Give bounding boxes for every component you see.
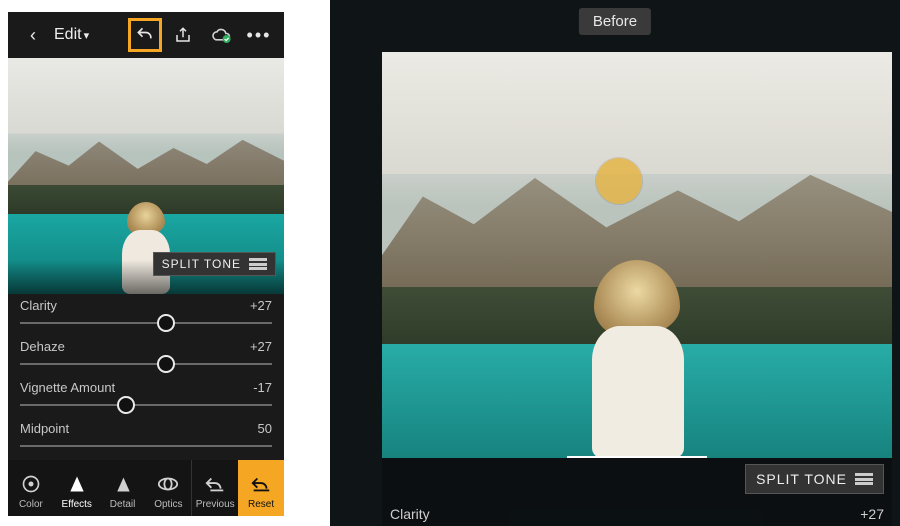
- slider-midpoint[interactable]: Midpoint 50: [20, 421, 272, 456]
- mode-label[interactable]: Edit ▾: [54, 26, 89, 44]
- slider-dehaze[interactable]: Dehaze +27: [20, 339, 272, 374]
- back-button[interactable]: ‹: [16, 18, 50, 52]
- slider-value: +27: [250, 339, 272, 354]
- cloud-check-icon: [211, 27, 231, 43]
- chevron-left-icon: ‹: [30, 25, 36, 46]
- split-tone-icon: [249, 258, 267, 270]
- slider-label: Vignette Amount: [20, 380, 115, 395]
- chevron-down-icon: ▾: [84, 29, 90, 42]
- slider-vignette-amount[interactable]: Vignette Amount -17: [20, 380, 272, 415]
- edit-label-text: Edit: [54, 26, 82, 44]
- effects-icon: [66, 473, 88, 495]
- slider-label: Dehaze: [20, 339, 65, 354]
- color-wheel-icon: [20, 473, 42, 495]
- touch-indicator-icon: [596, 158, 642, 204]
- edit-panel: ‹ Edit ▾: [8, 12, 284, 516]
- split-tone-chip[interactable]: SPLIT TONE: [745, 464, 884, 494]
- split-tone-chip[interactable]: SPLIT TONE: [153, 252, 276, 276]
- tool-effects[interactable]: Effects: [54, 460, 100, 516]
- tool-reset[interactable]: Reset: [238, 460, 284, 516]
- slider-clarity-peek[interactable]: Clarity +27: [390, 506, 884, 522]
- split-tone-icon: [855, 473, 873, 485]
- split-tone-label: SPLIT TONE: [756, 471, 847, 487]
- tool-label: Effects: [62, 499, 92, 510]
- subject: [592, 260, 682, 458]
- tool-label: Previous: [196, 499, 235, 510]
- slider-value: +27: [250, 298, 272, 313]
- share-icon: [174, 26, 192, 44]
- tool-color[interactable]: Color: [8, 460, 54, 516]
- previous-icon: [204, 473, 226, 495]
- before-panel: Before SPLIT TONE Clarity +27: [330, 0, 900, 526]
- detail-icon: [112, 473, 134, 495]
- tool-previous[interactable]: Previous: [192, 460, 238, 516]
- slider-clarity[interactable]: Clarity +27: [20, 298, 272, 333]
- before-pill: Before: [579, 8, 651, 35]
- slider-label: Clarity: [390, 506, 430, 522]
- slider-label: Midpoint: [20, 421, 69, 436]
- more-button[interactable]: •••: [242, 18, 276, 52]
- slider-label: Clarity: [20, 298, 57, 313]
- tool-detail[interactable]: Detail: [100, 460, 146, 516]
- share-button[interactable]: [166, 18, 200, 52]
- reset-icon: [250, 473, 272, 495]
- tool-label: Detail: [110, 499, 136, 510]
- tool-strip: Color Effects Detail Optics: [8, 460, 284, 516]
- tool-optics[interactable]: Optics: [145, 460, 191, 516]
- photo-preview-large[interactable]: [382, 52, 892, 458]
- top-bar: ‹ Edit ▾: [8, 12, 284, 58]
- undo-button[interactable]: [128, 18, 162, 52]
- sliders-group: Clarity+27 Dehaze+27 Vignette Amount-17 …: [8, 292, 284, 460]
- tool-label: Optics: [154, 499, 182, 510]
- split-tone-label: SPLIT TONE: [162, 257, 241, 271]
- slider-value: 50: [258, 421, 272, 436]
- slider-value: +27: [860, 506, 884, 522]
- ellipsis-icon: •••: [247, 25, 272, 46]
- tool-label: Reset: [248, 499, 274, 510]
- tool-label: Color: [19, 499, 43, 510]
- optics-icon: [157, 473, 179, 495]
- undo-icon: [135, 25, 155, 45]
- slider-value: -17: [253, 380, 272, 395]
- cloud-sync-button[interactable]: [204, 18, 238, 52]
